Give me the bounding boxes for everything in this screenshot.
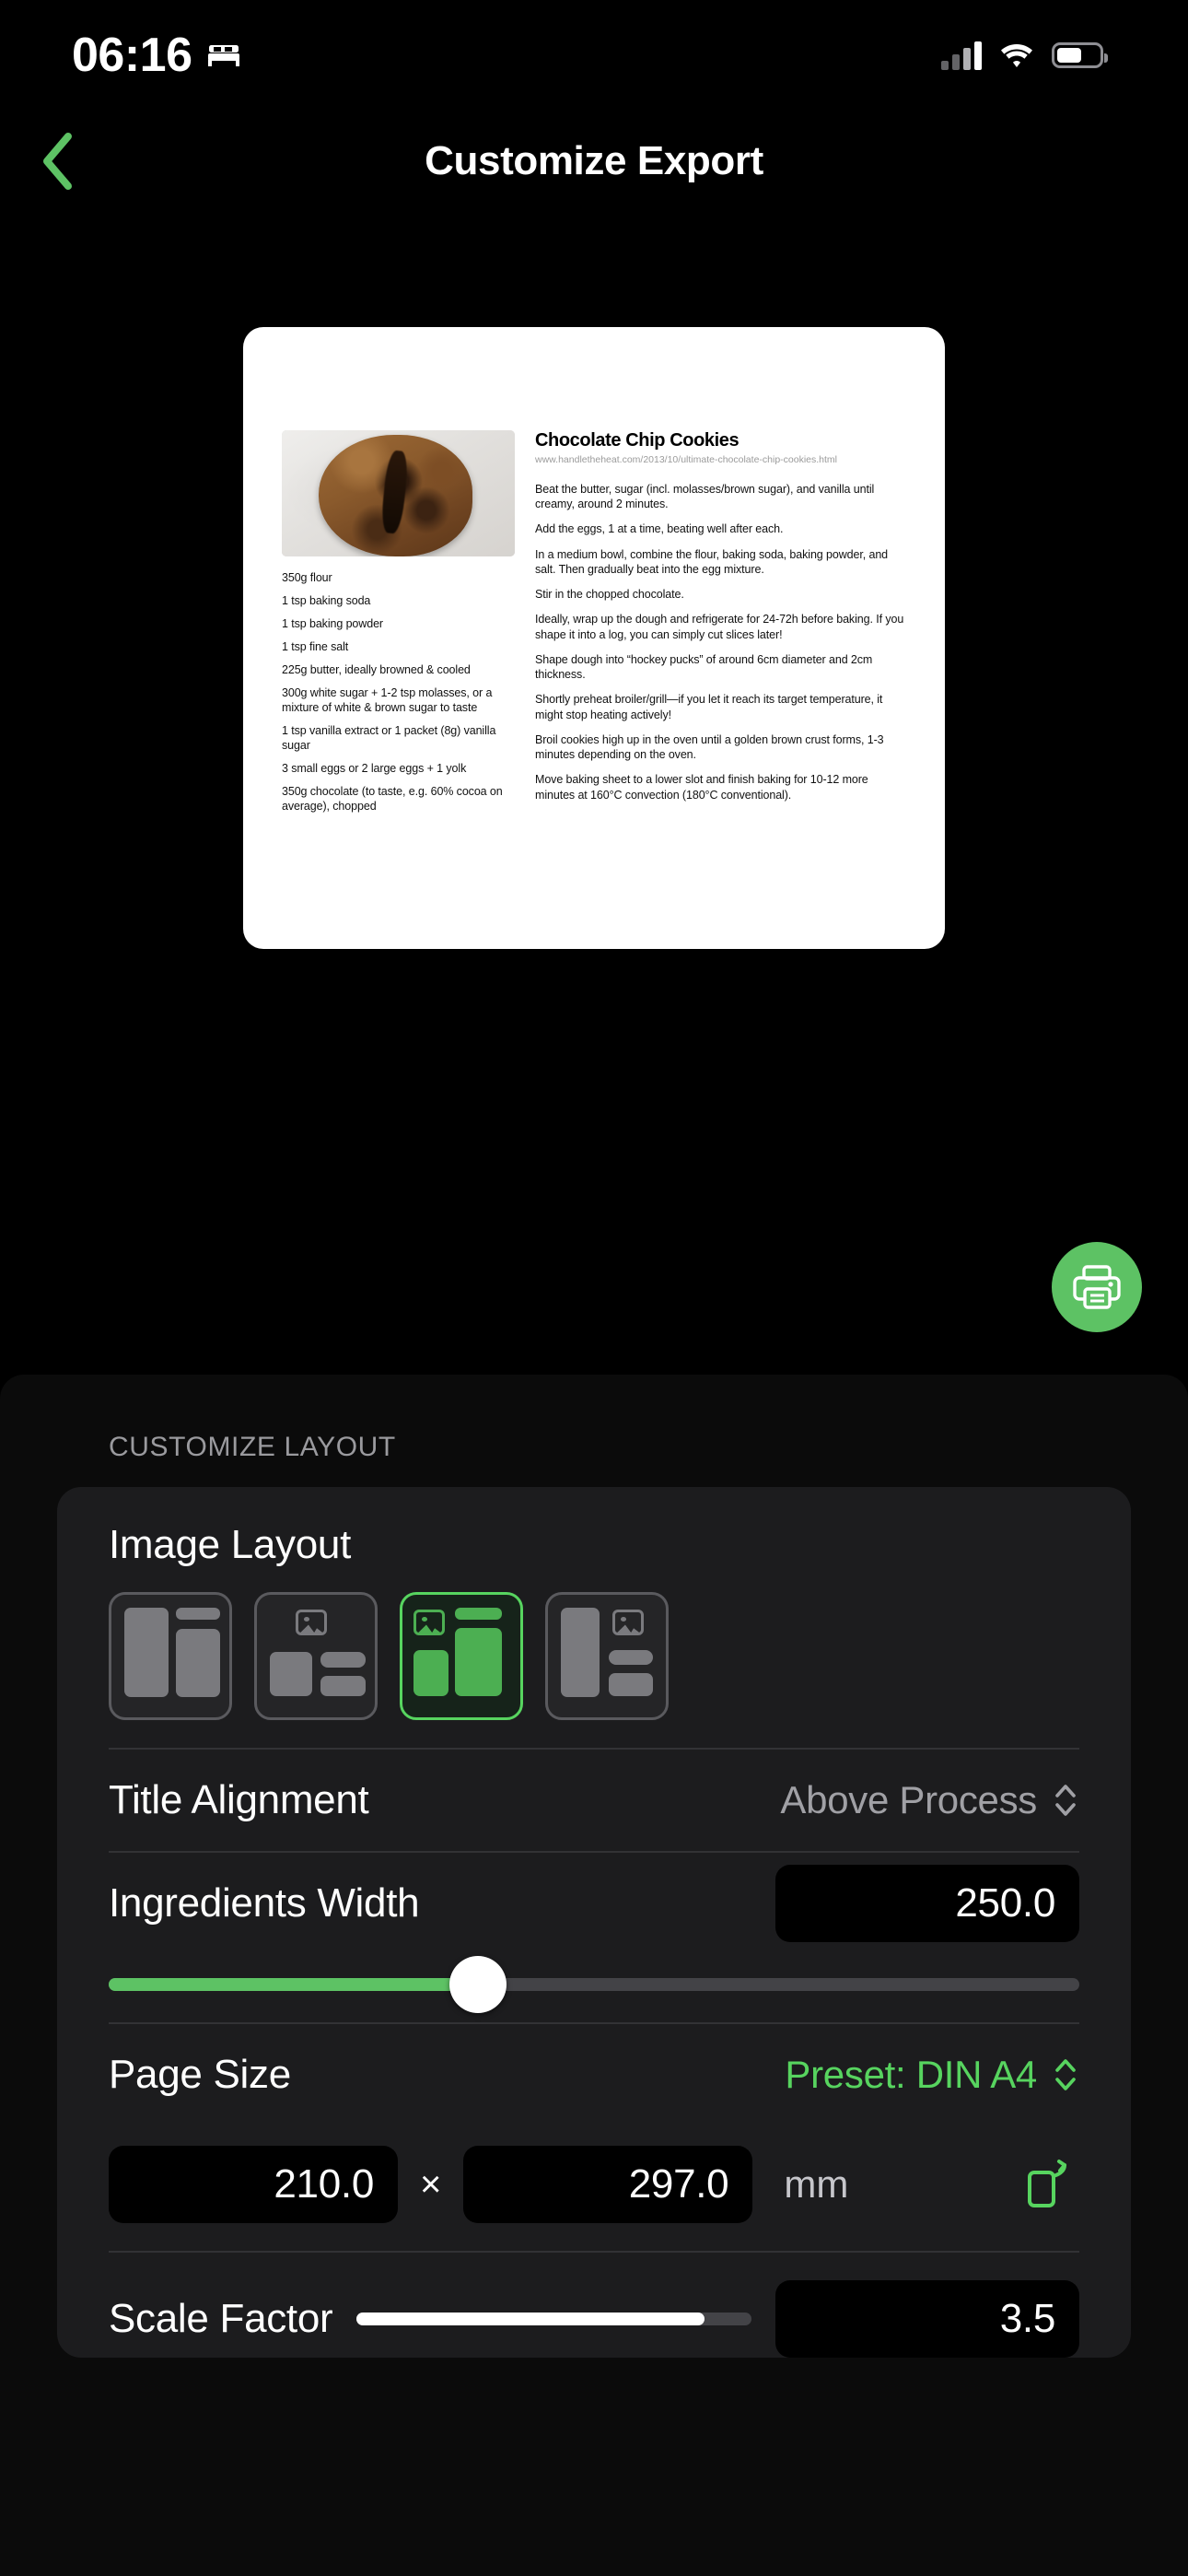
page-title: Customize Export: [425, 138, 763, 183]
scale-factor-label: Scale Factor: [109, 2296, 333, 2341]
wifi-icon: [1001, 44, 1032, 67]
ingredient-item: 1 tsp baking soda: [282, 594, 371, 607]
scale-factor-row: Scale Factor 3.5: [109, 2251, 1079, 2358]
ingredients-width-label: Ingredients Width: [109, 1880, 420, 1926]
ingredient-item: 350g flour: [282, 571, 332, 584]
process-step: Beat the butter, sugar (incl. molasses/b…: [535, 482, 875, 511]
ingredient-item: 1 tsp baking powder: [282, 617, 383, 630]
title-alignment-label: Title Alignment: [109, 1777, 369, 1822]
document-columns: 350g flour 1 tsp baking soda 1 tsp bakin…: [282, 430, 906, 822]
document-content: 350g flour 1 tsp baking soda 1 tsp bakin…: [282, 430, 906, 822]
rotate-page-button[interactable]: [1015, 2152, 1079, 2217]
slider-knob[interactable]: [448, 1956, 507, 2013]
ingredient-item: 300g white sugar + 1-2 tsp molasses, or …: [282, 686, 493, 714]
process-steps-list: Beat the butter, sugar (incl. molasses/b…: [535, 482, 906, 802]
page-size-preset-control[interactable]: Preset: DIN A4: [785, 2053, 1079, 2097]
title-alignment-value: Above Process: [780, 1778, 1037, 1821]
page-size-inputs: 210.0 × 297.0 mm: [109, 2125, 1079, 2251]
ingredient-item: 3 small eggs or 2 large eggs + 1 yolk: [282, 762, 467, 775]
page-size-row[interactable]: Page Size Preset: DIN A4: [109, 2022, 1079, 2125]
ingredients-width-row: Ingredients Width 250.0: [109, 1851, 1079, 1954]
rotate-page-icon: [1028, 2160, 1066, 2207]
scale-factor-input[interactable]: 3.5: [775, 2280, 1079, 2358]
recipe-title: Chocolate Chip Cookies: [535, 430, 740, 451]
ingredient-item: 225g butter, ideally browned & cooled: [282, 663, 471, 676]
process-column: Chocolate Chip Cookies www.handletheheat…: [535, 430, 906, 813]
ingredients-width-input[interactable]: 250.0: [775, 1865, 1079, 1942]
ingredient-item: 350g chocolate (to taste, e.g. 60% cocoa…: [282, 785, 503, 813]
ingredients-column: 350g flour 1 tsp baking soda 1 tsp bakin…: [282, 430, 515, 822]
layout-option-image-left-columns[interactable]: [400, 1592, 523, 1720]
recipe-photo: [282, 430, 515, 556]
status-time: 06:16: [72, 29, 192, 82]
section-header-customize-layout: CUSTOMIZE LAYOUT: [109, 1432, 396, 1462]
process-step: Move baking sheet to a lower slot and fi…: [535, 773, 868, 802]
settings-sheet: CUSTOMIZE LAYOUT Image Layout Title Alig…: [0, 1375, 1188, 2576]
process-step: Broil cookies high up in the oven until …: [535, 732, 884, 762]
process-step: Shortly preheat broiler/grill—if you let…: [535, 693, 883, 721]
export-preview-area: 350g flour 1 tsp baking soda 1 tsp bakin…: [0, 212, 1188, 1476]
ingredient-item: 1 tsp vanilla extract or 1 packet (8g) v…: [282, 724, 496, 752]
title-alignment-value-control[interactable]: Above Process: [780, 1778, 1079, 1822]
scale-factor-slider[interactable]: [356, 2313, 751, 2325]
document-preview-page[interactable]: 350g flour 1 tsp baking soda 1 tsp bakin…: [243, 327, 945, 949]
status-bar-left: 06:16: [72, 31, 242, 79]
status-bar-right: [941, 41, 1108, 70]
page-size-unit: mm: [784, 2162, 849, 2206]
image-layout-label: Image Layout: [109, 1522, 352, 1567]
page-width-input[interactable]: 210.0: [109, 2146, 398, 2223]
layout-option-image-top-grid[interactable]: [254, 1592, 378, 1720]
image-layout-options: [109, 1592, 1079, 1748]
battery-icon: [1052, 42, 1108, 68]
process-step: Ideally, wrap up the dough and refrigera…: [535, 613, 904, 641]
process-step: Shape dough into “hockey pucks” of aroun…: [535, 652, 873, 682]
cellular-signal-icon: [941, 41, 982, 70]
ingredient-item: 1 tsp fine salt: [282, 640, 349, 653]
layout-option-sidebar-image-right[interactable]: [545, 1592, 669, 1720]
page-size-label: Page Size: [109, 2052, 291, 2097]
page-size-preset-value: Preset: DIN A4: [785, 2053, 1037, 2096]
page-size-separator: ×: [420, 2163, 442, 2205]
printer-icon: [1073, 1265, 1121, 1309]
ingredients-width-slider[interactable]: [109, 1956, 1079, 2013]
navigation-bar: Customize Export: [0, 111, 1188, 212]
back-button[interactable]: [24, 127, 92, 195]
ingredients-list: 350g flour 1 tsp baking soda 1 tsp bakin…: [282, 570, 515, 814]
status-bar: 06:16: [0, 0, 1188, 111]
recipe-source-url: www.handletheheat.com/2013/10/ultimate-c…: [535, 454, 838, 465]
settings-card: Image Layout Title Alignment Above Proce…: [57, 1487, 1131, 2358]
layout-option-two-columns[interactable]: [109, 1592, 232, 1720]
app-screen: 06:16 Customize Export 350g flour 1 tsp …: [0, 0, 1188, 2576]
process-step: In a medium bowl, combine the flour, bak…: [535, 547, 889, 576]
chevron-up-down-icon: [1055, 1785, 1076, 1816]
chevron-up-down-icon: [1055, 2059, 1076, 2090]
ingredients-width-slider-row: [109, 1954, 1079, 2022]
process-step: Stir in the chopped chocolate.: [535, 588, 684, 602]
page-height-input[interactable]: 297.0: [463, 2146, 753, 2223]
bed-icon: [207, 45, 239, 66]
chevron-left-icon: [43, 133, 72, 190]
title-alignment-row[interactable]: Title Alignment Above Process: [109, 1748, 1079, 1851]
print-button[interactable]: [1052, 1242, 1142, 1332]
process-step: Add the eggs, 1 at a time, beating well …: [535, 522, 784, 536]
